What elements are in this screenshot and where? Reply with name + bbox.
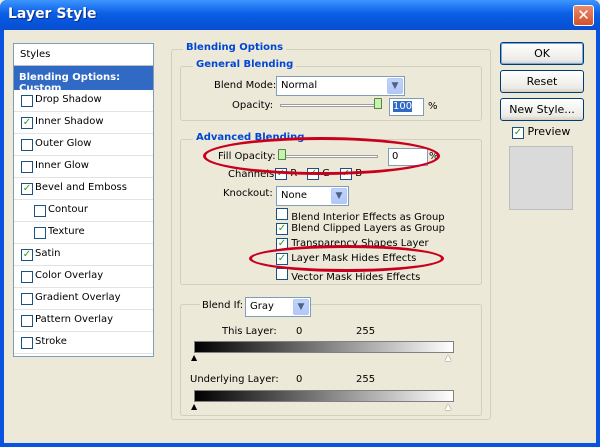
chevron-down-icon: ▼ [331,188,347,204]
preview-checkbox[interactable]: ✓ [512,127,524,139]
style-checkbox[interactable] [21,139,33,151]
underlying-white-handle[interactable]: ▲ [445,402,451,411]
style-item-bevel-and-emboss[interactable]: ✓ Bevel and Emboss [14,178,153,200]
styles-header[interactable]: Styles [14,44,153,66]
underlying-black-handle[interactable]: ▲ [191,402,197,411]
general-blending-title: General Blending [193,59,297,70]
ok-button[interactable]: OK [500,42,584,65]
blend-if-value: Gray [250,301,274,312]
style-item-texture[interactable]: Texture [14,222,153,244]
option-label: Blend Interior Effects as Group [291,212,445,223]
this-layer-white-handle[interactable]: ▲ [445,353,451,362]
blending-options-title: Blending Options [183,42,287,53]
option-checkbox[interactable]: ✓ [276,223,288,235]
knockout-value: None [281,190,308,201]
this-layer-gradient[interactable] [194,341,454,353]
option-label: Vector Mask Hides Effects [291,272,421,283]
fill-opacity-highlight [203,137,440,175]
blend-if-label: Blend If: [200,300,246,311]
style-item-inner-glow[interactable]: Inner Glow [14,156,153,178]
style-checkbox[interactable]: ✓ [21,183,33,195]
knockout-select[interactable]: None ▼ [276,186,349,206]
opacity-unit: % [428,101,438,112]
style-item-pattern-overlay[interactable]: Pattern Overlay [14,310,153,332]
preview-label: Preview [527,125,571,138]
opacity-label: Opacity: [232,100,274,111]
chevron-down-icon: ▼ [387,78,403,94]
this-layer-min: 0 [296,326,303,337]
underlying-layer-min: 0 [296,374,303,385]
style-checkbox[interactable] [21,161,33,173]
underlying-layer-gradient[interactable] [194,390,454,402]
style-item-blending-options[interactable]: Blending Options: Custom [14,66,153,94]
close-button[interactable]: ✕ [573,5,594,26]
style-item-label: Satin [35,248,61,259]
style-item-color-overlay[interactable]: Color Overlay [14,266,153,288]
opacity-slider[interactable] [280,104,382,107]
style-item-stroke[interactable]: Stroke [14,332,153,354]
this-layer-max: 255 [356,326,376,337]
reset-button[interactable]: Reset [500,70,584,93]
style-item-label: Inner Glow [35,160,89,171]
opacity-input[interactable]: 100 [389,98,424,116]
style-checkbox[interactable] [21,271,33,283]
style-item-label: Pattern Overlay [35,314,114,325]
blend-mode-select[interactable]: Normal ▼ [276,76,405,96]
option-checkbox[interactable] [276,268,288,280]
style-item-label: Stroke [35,336,67,347]
styles-list: Styles Blending Options: Custom Drop Sha… [13,43,154,357]
style-item-label: Inner Shadow [35,116,104,127]
opacity-slider-thumb[interactable] [374,98,382,109]
style-item-label: Texture [48,226,85,237]
this-layer-label: This Layer: [222,326,277,337]
blend-mode-value: Normal [281,80,318,91]
chevron-down-icon: ▼ [293,299,309,315]
title-bar[interactable]: Layer Style ✕ [0,0,600,30]
style-checkbox[interactable] [21,293,33,305]
style-item-label: Contour [48,204,88,215]
underlying-layer-max: 255 [356,374,376,385]
style-checkbox[interactable] [34,205,46,217]
style-checkbox[interactable] [21,95,33,107]
style-item-label: Drop Shadow [35,94,102,105]
window-title: Layer Style [8,6,97,22]
style-item-drop-shadow[interactable]: Drop Shadow [14,90,153,112]
advanced-option-blend-clipped-layers-as-group[interactable]: ✓ Blend Clipped Layers as Group [276,223,445,235]
this-layer-black-handle[interactable]: ▲ [191,353,197,362]
preview-swatch [509,146,573,210]
style-item-label: Outer Glow [35,138,92,149]
option-checkbox[interactable] [276,208,288,220]
style-checkbox[interactable]: ✓ [21,117,33,129]
style-item-inner-shadow[interactable]: ✓ Inner Shadow [14,112,153,134]
style-checkbox[interactable] [21,315,33,327]
style-item-contour[interactable]: Contour [14,200,153,222]
style-item-gradient-overlay[interactable]: Gradient Overlay [14,288,153,310]
knockout-label: Knockout: [223,188,273,199]
style-checkbox[interactable] [21,337,33,349]
style-item-outer-glow[interactable]: Outer Glow [14,134,153,156]
new-style-button[interactable]: New Style... [500,98,584,121]
style-checkbox[interactable]: ✓ [21,249,33,261]
preview-toggle[interactable]: ✓ Preview [512,125,570,139]
opacity-value: 100 [393,101,413,112]
layer-mask-highlight [249,245,444,272]
style-item-label: Bevel and Emboss [35,182,127,193]
style-item-label: Gradient Overlay [35,292,121,303]
blend-mode-label: Blend Mode: [214,80,277,91]
underlying-layer-label: Underlying Layer: [190,374,279,385]
style-checkbox[interactable] [34,227,46,239]
advanced-option-blend-interior-effects-as-group[interactable]: Blend Interior Effects as Group [276,208,445,223]
option-label: Blend Clipped Layers as Group [291,223,445,234]
style-item-label: Color Overlay [35,270,104,281]
style-item-satin[interactable]: ✓ Satin [14,244,153,266]
blend-if-select[interactable]: Gray ▼ [245,297,311,317]
